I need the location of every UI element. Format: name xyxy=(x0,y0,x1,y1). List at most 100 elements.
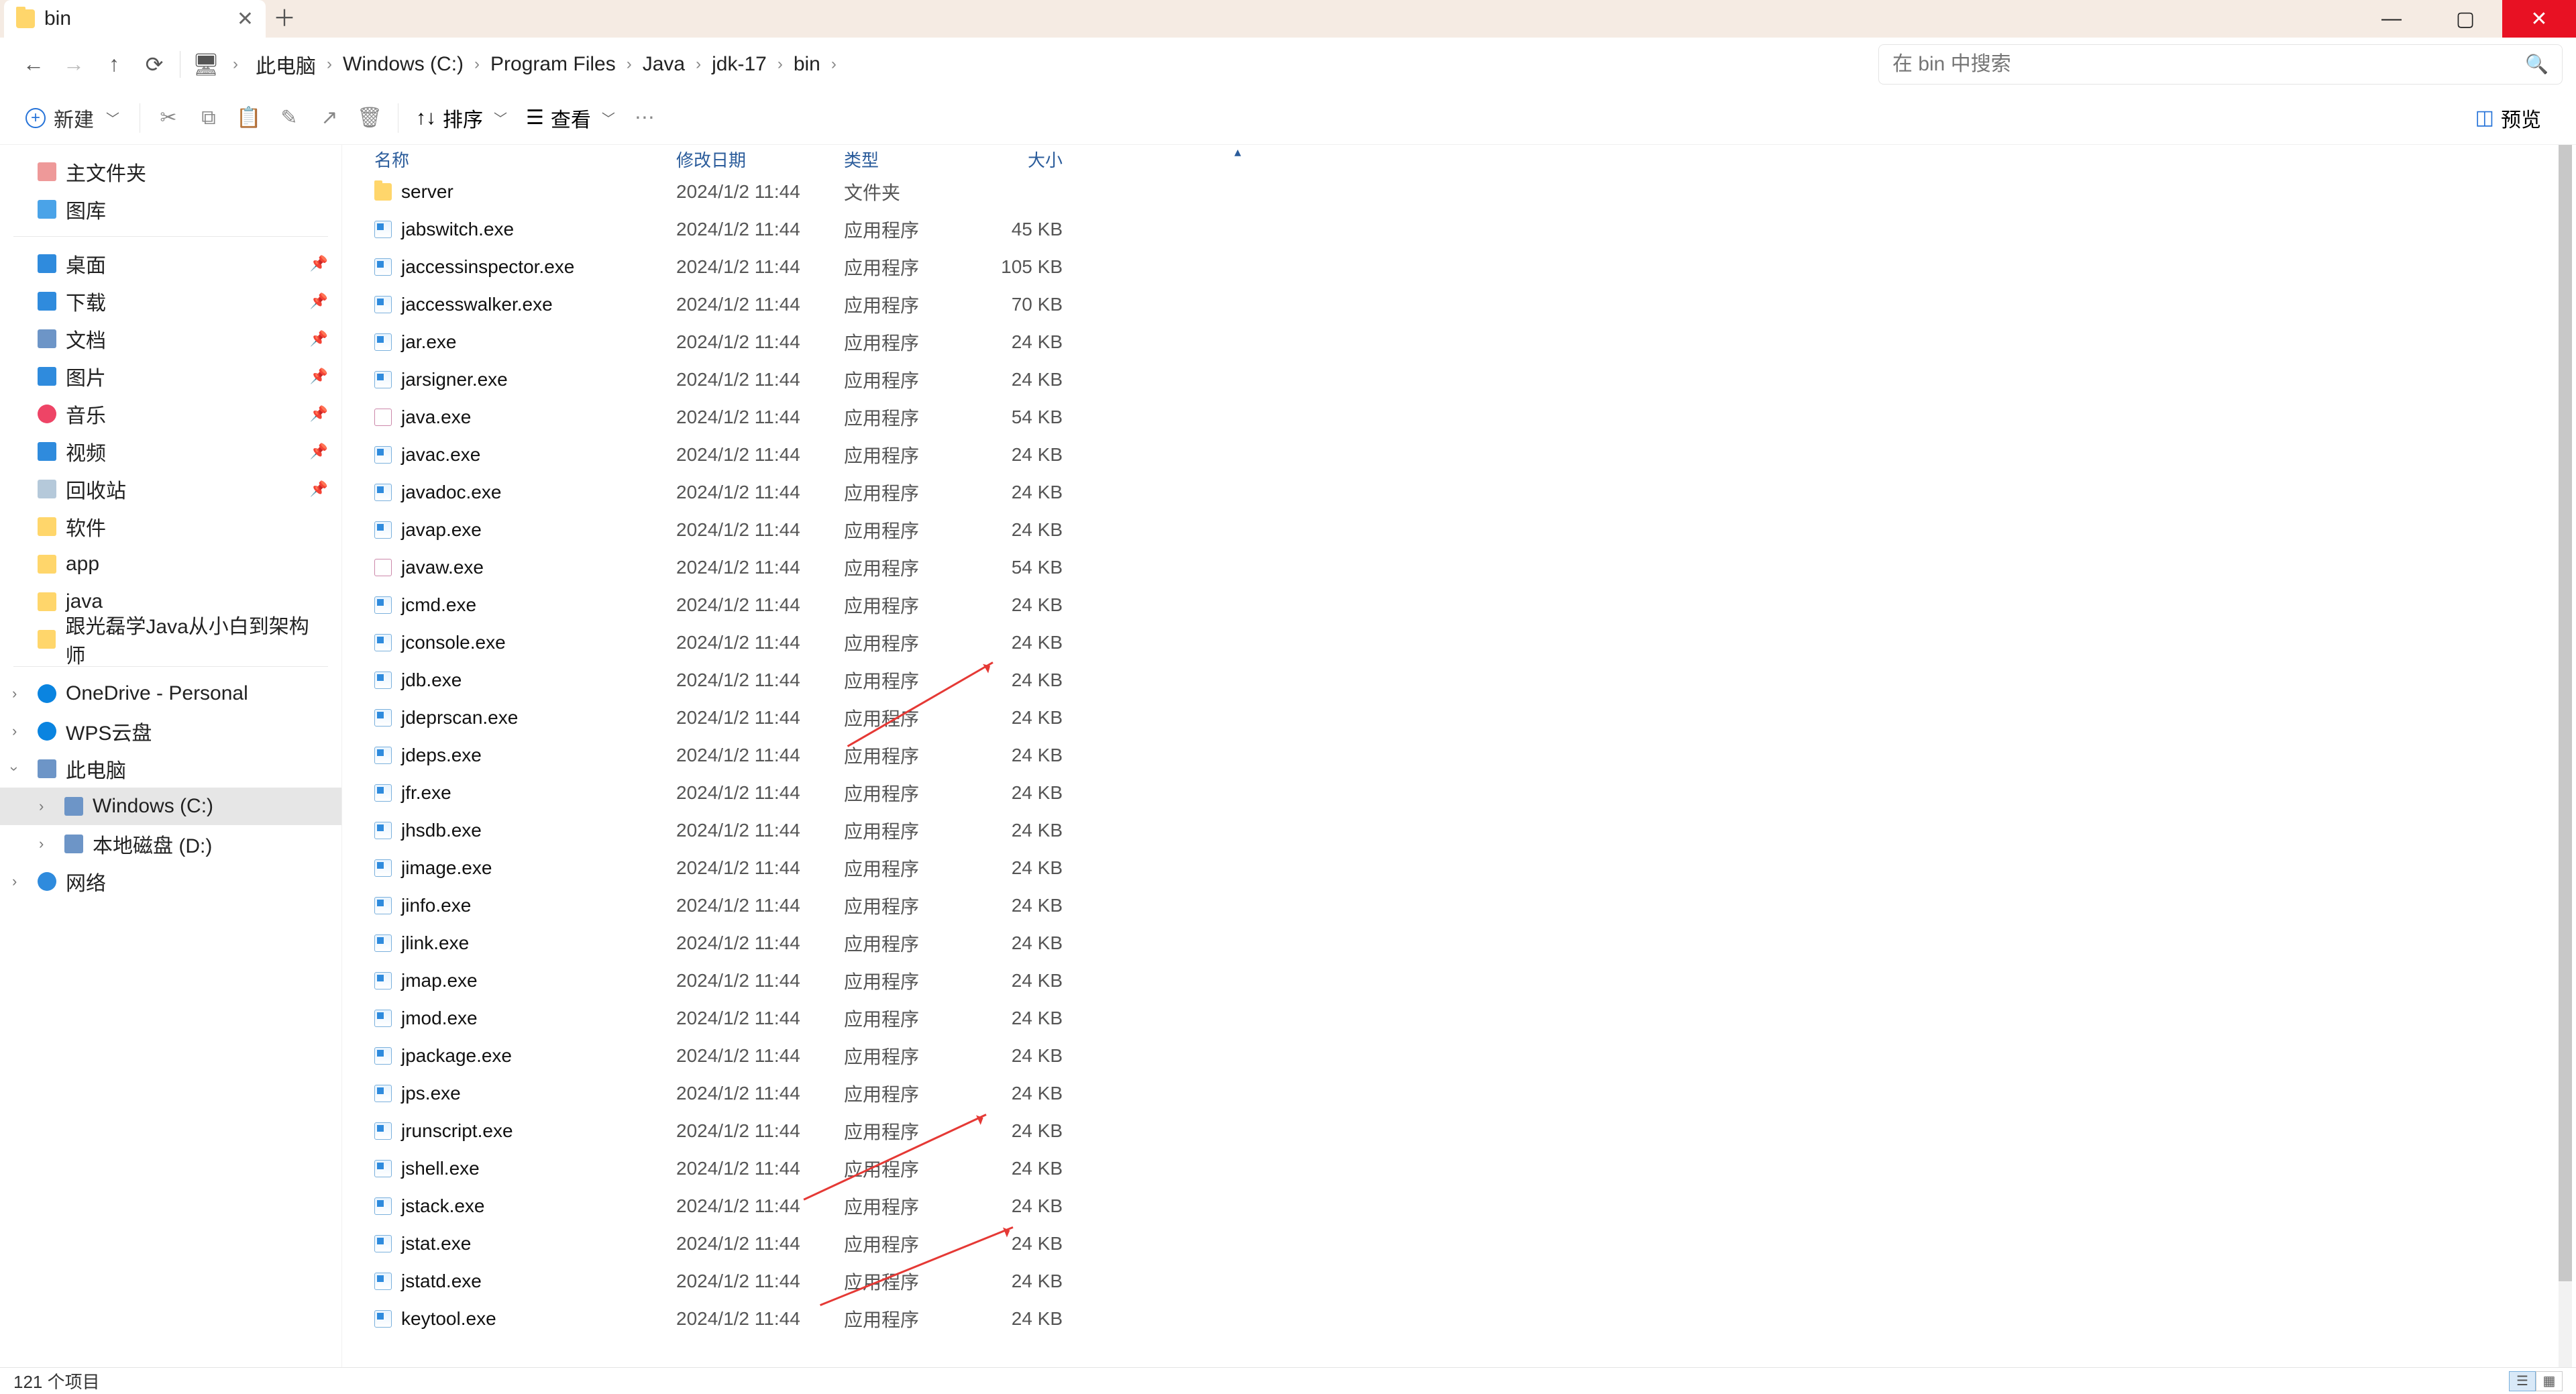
maximize-button[interactable]: ▢ xyxy=(2428,0,2502,38)
vertical-scrollbar[interactable] xyxy=(2559,145,2572,1367)
share-icon[interactable]: ↗ xyxy=(309,98,350,138)
file-row[interactable]: jmap.exe 2024/1/2 11:44 应用程序 24 KB xyxy=(358,962,2576,1000)
new-tab-button[interactable]: ＋ xyxy=(266,0,303,33)
pc-icon[interactable]: 🖥 xyxy=(186,44,226,85)
rename-icon[interactable]: ✎ xyxy=(269,98,309,138)
copy-icon[interactable]: ⧉ xyxy=(189,98,229,138)
file-row[interactable]: jaccessinspector.exe 2024/1/2 11:44 应用程序… xyxy=(358,248,2576,286)
minimize-button[interactable]: — xyxy=(2355,0,2428,38)
more-icon[interactable]: ⋯ xyxy=(625,98,665,138)
file-row[interactable]: jarsigner.exe 2024/1/2 11:44 应用程序 24 KB xyxy=(358,361,2576,398)
file-row[interactable]: jconsole.exe 2024/1/2 11:44 应用程序 24 KB xyxy=(358,624,2576,661)
sidebar-item[interactable]: 回收站📌 xyxy=(0,470,341,508)
sort-button[interactable]: ↑↓ 排序 ﹀ xyxy=(407,103,517,133)
file-row[interactable]: jhsdb.exe 2024/1/2 11:44 应用程序 24 KB xyxy=(358,812,2576,849)
sidebar-this-pc[interactable]: › 此电脑 xyxy=(0,750,341,788)
search-box[interactable]: 🔍 xyxy=(1878,44,2563,85)
paste-icon[interactable]: 📋 xyxy=(229,98,269,138)
file-row[interactable]: jdb.exe 2024/1/2 11:44 应用程序 24 KB xyxy=(358,661,2576,699)
search-icon[interactable]: 🔍 xyxy=(2525,53,2548,75)
scrollbar-thumb[interactable] xyxy=(2559,145,2572,1281)
file-row[interactable]: jdeps.exe 2024/1/2 11:44 应用程序 24 KB xyxy=(358,737,2576,774)
file-row[interactable]: jps.exe 2024/1/2 11:44 应用程序 24 KB xyxy=(358,1075,2576,1112)
chevron-right-icon[interactable]: › xyxy=(39,798,44,815)
file-row[interactable]: javap.exe 2024/1/2 11:44 应用程序 24 KB xyxy=(358,511,2576,549)
search-input[interactable] xyxy=(1892,53,2525,76)
sidebar-network[interactable]: › 网络 xyxy=(0,863,341,900)
sidebar-drive[interactable]: ›Windows (C:) xyxy=(0,788,341,825)
file-row[interactable]: jimage.exe 2024/1/2 11:44 应用程序 24 KB xyxy=(358,849,2576,887)
breadcrumb-item[interactable]: Program Files xyxy=(486,46,620,83)
file-row[interactable]: jinfo.exe 2024/1/2 11:44 应用程序 24 KB xyxy=(358,887,2576,924)
file-row[interactable]: jabswitch.exe 2024/1/2 11:44 应用程序 45 KB xyxy=(358,211,2576,248)
sidebar-item[interactable]: 音乐📌 xyxy=(0,395,341,433)
up-button[interactable]: ↑ xyxy=(94,44,134,85)
chevron-right-icon[interactable]: › xyxy=(824,55,843,74)
chevron-right-icon[interactable]: › xyxy=(468,55,486,74)
file-row[interactable]: jpackage.exe 2024/1/2 11:44 应用程序 24 KB xyxy=(358,1037,2576,1075)
refresh-button[interactable]: ⟳ xyxy=(134,44,174,85)
file-row[interactable]: jlink.exe 2024/1/2 11:44 应用程序 24 KB xyxy=(358,924,2576,962)
sidebar-item[interactable]: ›WPS云盘 xyxy=(0,712,341,750)
chevron-right-icon[interactable]: › xyxy=(226,55,245,74)
chevron-right-icon[interactable]: › xyxy=(12,722,17,740)
file-row[interactable]: javac.exe 2024/1/2 11:44 应用程序 24 KB xyxy=(358,436,2576,474)
tab-current[interactable]: bin ✕ xyxy=(4,0,266,38)
chevron-right-icon[interactable]: › xyxy=(12,685,17,702)
file-row[interactable]: jmod.exe 2024/1/2 11:44 应用程序 24 KB xyxy=(358,1000,2576,1037)
file-row[interactable]: jdeprscan.exe 2024/1/2 11:44 应用程序 24 KB xyxy=(358,699,2576,737)
new-button[interactable]: + 新建 ﹀ xyxy=(13,97,131,140)
breadcrumb-item[interactable]: Windows (C:) xyxy=(339,46,468,83)
sidebar-item[interactable]: 软件 xyxy=(0,508,341,545)
sidebar-item[interactable]: app xyxy=(0,545,341,583)
chevron-right-icon[interactable]: › xyxy=(320,55,339,74)
file-row[interactable]: server 2024/1/2 11:44 文件夹 xyxy=(358,173,2576,211)
file-row[interactable]: jaccesswalker.exe 2024/1/2 11:44 应用程序 70… xyxy=(358,286,2576,323)
column-name[interactable]: 名称 xyxy=(358,147,660,172)
chevron-right-icon[interactable]: › xyxy=(39,835,44,853)
cut-icon[interactable]: ✂ xyxy=(148,98,189,138)
file-row[interactable]: jcmd.exe 2024/1/2 11:44 应用程序 24 KB xyxy=(358,586,2576,624)
sidebar-item[interactable]: 跟光磊学Java从小白到架构师 xyxy=(0,621,341,658)
file-row[interactable]: jshell.exe 2024/1/2 11:44 应用程序 24 KB xyxy=(358,1150,2576,1187)
sidebar-item[interactable]: 图片📌 xyxy=(0,358,341,395)
sidebar-item[interactable]: 视频📌 xyxy=(0,433,341,470)
view-button[interactable]: ☰ 查看 ﹀ xyxy=(517,103,625,133)
sidebar-home[interactable]: 主文件夹 xyxy=(0,153,341,191)
file-row[interactable]: jar.exe 2024/1/2 11:44 应用程序 24 KB xyxy=(358,323,2576,361)
file-row[interactable]: jstat.exe 2024/1/2 11:44 应用程序 24 KB xyxy=(358,1225,2576,1263)
sidebar-item[interactable]: 桌面📌 xyxy=(0,245,341,282)
file-row[interactable]: jfr.exe 2024/1/2 11:44 应用程序 24 KB xyxy=(358,774,2576,812)
back-button[interactable]: ← xyxy=(13,44,54,85)
column-type[interactable]: 类型 xyxy=(828,147,975,172)
breadcrumb-item[interactable]: jdk-17 xyxy=(708,46,771,83)
sidebar-item[interactable]: 文档📌 xyxy=(0,320,341,358)
file-row[interactable]: javadoc.exe 2024/1/2 11:44 应用程序 24 KB xyxy=(358,474,2576,511)
sidebar-drive[interactable]: ›本地磁盘 (D:) xyxy=(0,825,341,863)
sidebar-item[interactable]: ›OneDrive - Personal xyxy=(0,675,341,712)
chevron-right-icon[interactable]: › xyxy=(12,873,17,890)
breadcrumb-item[interactable]: bin xyxy=(790,46,824,83)
sidebar-item[interactable]: 下载📌 xyxy=(0,282,341,320)
breadcrumb-item[interactable]: Java xyxy=(639,46,689,83)
file-row[interactable]: jstack.exe 2024/1/2 11:44 应用程序 24 KB xyxy=(358,1187,2576,1225)
forward-button[interactable]: → xyxy=(54,44,94,85)
chevron-down-icon[interactable]: › xyxy=(6,766,23,771)
icons-view-button[interactable]: ▦ xyxy=(2536,1371,2563,1391)
sidebar-gallery[interactable]: 图库 xyxy=(0,191,341,228)
preview-button[interactable]: ◫ 预览 xyxy=(2466,103,2551,133)
close-window-button[interactable]: ✕ xyxy=(2502,0,2576,38)
delete-icon[interactable]: 🗑 xyxy=(350,98,390,138)
details-view-button[interactable]: ☰ xyxy=(2509,1371,2536,1391)
file-row[interactable]: javaw.exe 2024/1/2 11:44 应用程序 54 KB xyxy=(358,549,2576,586)
breadcrumb-item[interactable]: 此电脑 xyxy=(252,43,320,86)
file-row[interactable]: keytool.exe 2024/1/2 11:44 应用程序 24 KB xyxy=(358,1300,2576,1338)
column-size[interactable]: 大小 xyxy=(975,147,1063,172)
chevron-right-icon[interactable]: › xyxy=(771,55,790,74)
file-row[interactable]: java.exe 2024/1/2 11:44 应用程序 54 KB xyxy=(358,398,2576,436)
chevron-right-icon[interactable]: › xyxy=(620,55,639,74)
chevron-right-icon[interactable]: › xyxy=(689,55,708,74)
file-row[interactable]: jrunscript.exe 2024/1/2 11:44 应用程序 24 KB xyxy=(358,1112,2576,1150)
close-tab-icon[interactable]: ✕ xyxy=(237,7,254,31)
column-date[interactable]: 修改日期 xyxy=(660,147,828,172)
